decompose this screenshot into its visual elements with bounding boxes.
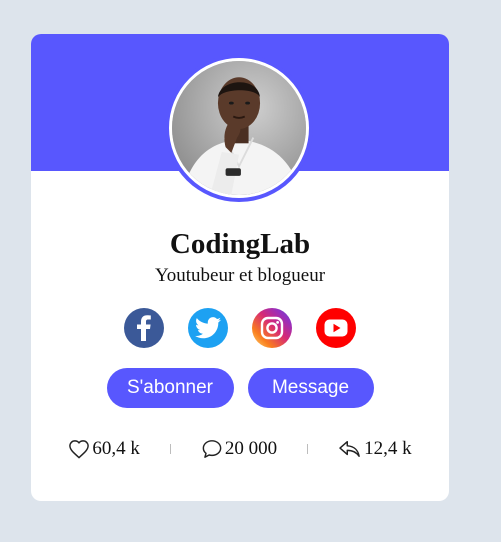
twitter-icon	[195, 317, 221, 339]
likes-stat[interactable]: 60,4 k	[68, 438, 140, 460]
stats-divider	[307, 444, 309, 454]
likes-count: 60,4 k	[92, 438, 140, 459]
instagram-icon	[260, 316, 284, 340]
avatar-ring	[165, 54, 313, 202]
heart-icon	[69, 440, 90, 459]
facebook-icon	[137, 315, 151, 341]
shares-count: 12,4 k	[364, 438, 412, 459]
social-links	[31, 308, 449, 348]
profile-job: Youtubeur et blogueur	[154, 265, 326, 286]
stats-bar: 60,4 k 20 000 12,4 k	[31, 436, 449, 462]
instagram-link[interactable]	[252, 308, 292, 348]
youtube-icon	[324, 319, 348, 337]
profile-name: CodingLab	[169, 228, 311, 260]
comments-stat[interactable]: 20 000	[201, 438, 277, 460]
avatar	[169, 58, 309, 198]
share-icon	[339, 441, 360, 457]
twitter-link[interactable]	[188, 308, 228, 348]
profile-card: CodingLab Youtubeur et blogueur S'abonne…	[31, 34, 449, 501]
action-buttons: S'abonner Message	[31, 368, 449, 408]
stats-divider	[169, 444, 171, 454]
subscribe-button[interactable]: S'abonner	[106, 368, 234, 408]
message-button[interactable]: Message	[247, 368, 374, 408]
comments-count: 20 000	[224, 438, 278, 459]
shares-stat[interactable]: 12,4 k	[338, 438, 412, 460]
youtube-link[interactable]	[316, 308, 356, 348]
comment-icon	[202, 440, 222, 458]
avatar-photo	[172, 61, 306, 195]
facebook-link[interactable]	[124, 308, 164, 348]
